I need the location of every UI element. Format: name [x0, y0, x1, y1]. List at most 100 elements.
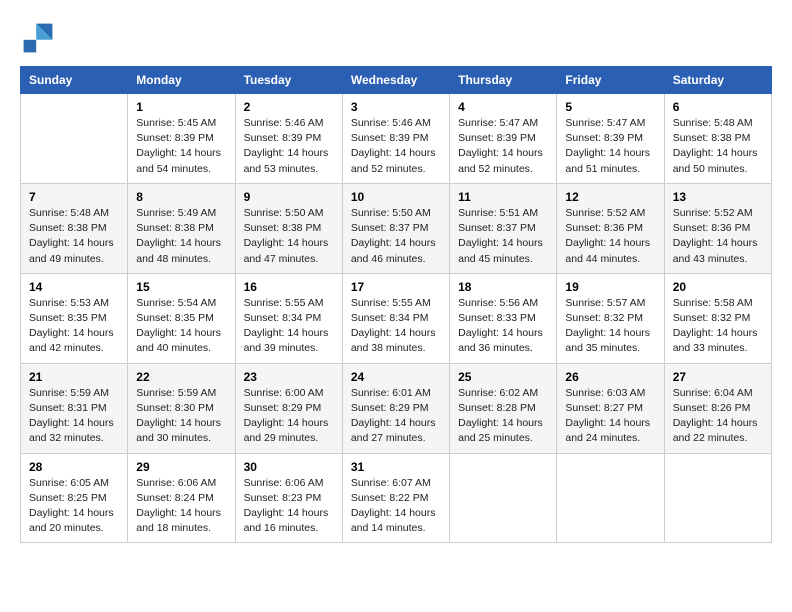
cell-content: Sunrise: 5:54 AMSunset: 8:35 PMDaylight:… [136, 296, 226, 357]
date-number: 29 [136, 460, 226, 474]
date-number: 13 [673, 190, 763, 204]
date-number: 23 [244, 370, 334, 384]
cell-content: Sunrise: 5:52 AMSunset: 8:36 PMDaylight:… [673, 206, 763, 267]
date-number: 21 [29, 370, 119, 384]
calendar-cell [557, 453, 664, 543]
cell-content: Sunrise: 5:51 AMSunset: 8:37 PMDaylight:… [458, 206, 548, 267]
cell-content: Sunrise: 5:52 AMSunset: 8:36 PMDaylight:… [565, 206, 655, 267]
calendar-week-row: 21 Sunrise: 5:59 AMSunset: 8:31 PMDayligh… [21, 363, 772, 453]
calendar-cell: 6 Sunrise: 5:48 AMSunset: 8:38 PMDaylight… [664, 94, 771, 184]
date-number: 15 [136, 280, 226, 294]
calendar-cell [21, 94, 128, 184]
calendar-cell: 29Sunrise: 6:06 AMSunset: 8:24 PMDayligh… [128, 453, 235, 543]
calendar-cell: 2Sunrise: 5:46 AMSunset: 8:39 PMDaylight… [235, 94, 342, 184]
date-number: 2 [244, 100, 334, 114]
cell-content: Sunrise: 5:46 AMSunset: 8:39 PMDaylight:… [351, 116, 441, 177]
calendar-cell: 4 Sunrise: 5:47 AMSunset: 8:39 PMDaylight… [450, 94, 557, 184]
cell-content: Sunrise: 5:50 AMSunset: 8:37 PMDaylight:… [351, 206, 441, 267]
calendar-cell: 11 Sunrise: 5:51 AMSunset: 8:37 PMDayligh… [450, 183, 557, 273]
calendar-cell: 26Sunrise: 6:03 AMSunset: 8:27 PMDayligh… [557, 363, 664, 453]
date-number: 12 [565, 190, 655, 204]
calendar-cell: 8 Sunrise: 5:49 AMSunset: 8:38 PMDaylight… [128, 183, 235, 273]
cell-content: Sunrise: 5:59 AMSunset: 8:30 PMDaylight:… [136, 386, 226, 447]
header-day: Sunday [21, 67, 128, 94]
date-number: 11 [458, 190, 548, 204]
calendar-cell: 1 Sunrise: 5:45 AMSunset: 8:39 PMDaylight… [128, 94, 235, 184]
date-number: 1 [136, 100, 226, 114]
calendar-week-row: 28Sunrise: 6:05 AMSunset: 8:25 PMDayligh… [21, 453, 772, 543]
page-header [20, 20, 772, 56]
header-day: Saturday [664, 67, 771, 94]
date-number: 25 [458, 370, 548, 384]
calendar-cell: 21 Sunrise: 5:59 AMSunset: 8:31 PMDayligh… [21, 363, 128, 453]
cell-content: Sunrise: 5:49 AMSunset: 8:38 PMDaylight:… [136, 206, 226, 267]
date-number: 14 [29, 280, 119, 294]
calendar-cell: 3 Sunrise: 5:46 AMSunset: 8:39 PMDaylight… [342, 94, 449, 184]
header-day: Tuesday [235, 67, 342, 94]
calendar-cell [664, 453, 771, 543]
header-day: Thursday [450, 67, 557, 94]
cell-content: Sunrise: 5:56 AMSunset: 8:33 PMDaylight:… [458, 296, 548, 357]
calendar-cell [450, 453, 557, 543]
date-number: 7 [29, 190, 119, 204]
header-day: Monday [128, 67, 235, 94]
header-day: Wednesday [342, 67, 449, 94]
cell-content: Sunrise: 6:03 AMSunset: 8:27 PMDaylight:… [565, 386, 655, 447]
calendar-cell: 12 Sunrise: 5:52 AMSunset: 8:36 PMDayligh… [557, 183, 664, 273]
date-number: 31 [351, 460, 441, 474]
date-number: 9 [244, 190, 334, 204]
header-row: SundayMondayTuesdayWednesdayThursdayFrid… [21, 67, 772, 94]
calendar-cell: 13 Sunrise: 5:52 AMSunset: 8:36 PMDayligh… [664, 183, 771, 273]
cell-content: Sunrise: 5:48 AMSunset: 8:38 PMDaylight:… [29, 206, 119, 267]
date-number: 3 [351, 100, 441, 114]
date-number: 5 [565, 100, 655, 114]
date-number: 20 [673, 280, 763, 294]
calendar-cell: 9 Sunrise: 5:50 AMSunset: 8:38 PMDaylight… [235, 183, 342, 273]
cell-content: Sunrise: 5:58 AMSunset: 8:32 PMDaylight:… [673, 296, 763, 357]
date-number: 8 [136, 190, 226, 204]
calendar-cell: 22Sunrise: 5:59 AMSunset: 8:30 PMDayligh… [128, 363, 235, 453]
date-number: 18 [458, 280, 548, 294]
date-number: 28 [29, 460, 119, 474]
calendar-cell: 18 Sunrise: 5:56 AMSunset: 8:33 PMDayligh… [450, 273, 557, 363]
date-number: 16 [244, 280, 334, 294]
logo-icon [20, 20, 56, 56]
calendar-cell: 30 Sunrise: 6:06 AMSunset: 8:23 PMDayligh… [235, 453, 342, 543]
date-number: 17 [351, 280, 441, 294]
cell-content: Sunrise: 5:45 AMSunset: 8:39 PMDaylight:… [136, 116, 226, 177]
calendar-week-row: 1 Sunrise: 5:45 AMSunset: 8:39 PMDaylight… [21, 94, 772, 184]
calendar-week-row: 14 Sunrise: 5:53 AMSunset: 8:35 PMDayligh… [21, 273, 772, 363]
cell-content: Sunrise: 5:47 AMSunset: 8:39 PMDaylight:… [458, 116, 548, 177]
calendar-table: SundayMondayTuesdayWednesdayThursdayFrid… [20, 66, 772, 543]
calendar-cell: 20 Sunrise: 5:58 AMSunset: 8:32 PMDayligh… [664, 273, 771, 363]
cell-content: Sunrise: 5:47 AMSunset: 8:39 PMDaylight:… [565, 116, 655, 177]
cell-content: Sunrise: 5:50 AMSunset: 8:38 PMDaylight:… [244, 206, 334, 267]
calendar-cell: 16 Sunrise: 5:55 AMSunset: 8:34 PMDayligh… [235, 273, 342, 363]
cell-content: Sunrise: 5:55 AMSunset: 8:34 PMDaylight:… [244, 296, 334, 357]
header-day: Friday [557, 67, 664, 94]
calendar-cell: 5 Sunrise: 5:47 AMSunset: 8:39 PMDaylight… [557, 94, 664, 184]
date-number: 4 [458, 100, 548, 114]
cell-content: Sunrise: 6:00 AMSunset: 8:29 PMDaylight:… [244, 386, 334, 447]
calendar-cell: 10 Sunrise: 5:50 AMSunset: 8:37 PMDayligh… [342, 183, 449, 273]
calendar-cell: 24Sunrise: 6:01 AMSunset: 8:29 PMDayligh… [342, 363, 449, 453]
cell-content: Sunrise: 6:02 AMSunset: 8:28 PMDaylight:… [458, 386, 548, 447]
calendar-cell: 15 Sunrise: 5:54 AMSunset: 8:35 PMDayligh… [128, 273, 235, 363]
calendar-cell: 19Sunrise: 5:57 AMSunset: 8:32 PMDayligh… [557, 273, 664, 363]
cell-content: Sunrise: 5:53 AMSunset: 8:35 PMDaylight:… [29, 296, 119, 357]
calendar-cell: 7 Sunrise: 5:48 AMSunset: 8:38 PMDaylight… [21, 183, 128, 273]
date-number: 27 [673, 370, 763, 384]
date-number: 19 [565, 280, 655, 294]
calendar-cell: 27 Sunrise: 6:04 AMSunset: 8:26 PMDayligh… [664, 363, 771, 453]
cell-content: Sunrise: 6:07 AMSunset: 8:22 PMDaylight:… [351, 476, 441, 537]
cell-content: Sunrise: 5:48 AMSunset: 8:38 PMDaylight:… [673, 116, 763, 177]
calendar-cell: 25 Sunrise: 6:02 AMSunset: 8:28 PMDayligh… [450, 363, 557, 453]
cell-content: Sunrise: 6:06 AMSunset: 8:23 PMDaylight:… [244, 476, 334, 537]
cell-content: Sunrise: 6:04 AMSunset: 8:26 PMDaylight:… [673, 386, 763, 447]
date-number: 30 [244, 460, 334, 474]
cell-content: Sunrise: 5:59 AMSunset: 8:31 PMDaylight:… [29, 386, 119, 447]
logo [20, 20, 60, 56]
date-number: 6 [673, 100, 763, 114]
calendar-cell: 28Sunrise: 6:05 AMSunset: 8:25 PMDayligh… [21, 453, 128, 543]
date-number: 10 [351, 190, 441, 204]
